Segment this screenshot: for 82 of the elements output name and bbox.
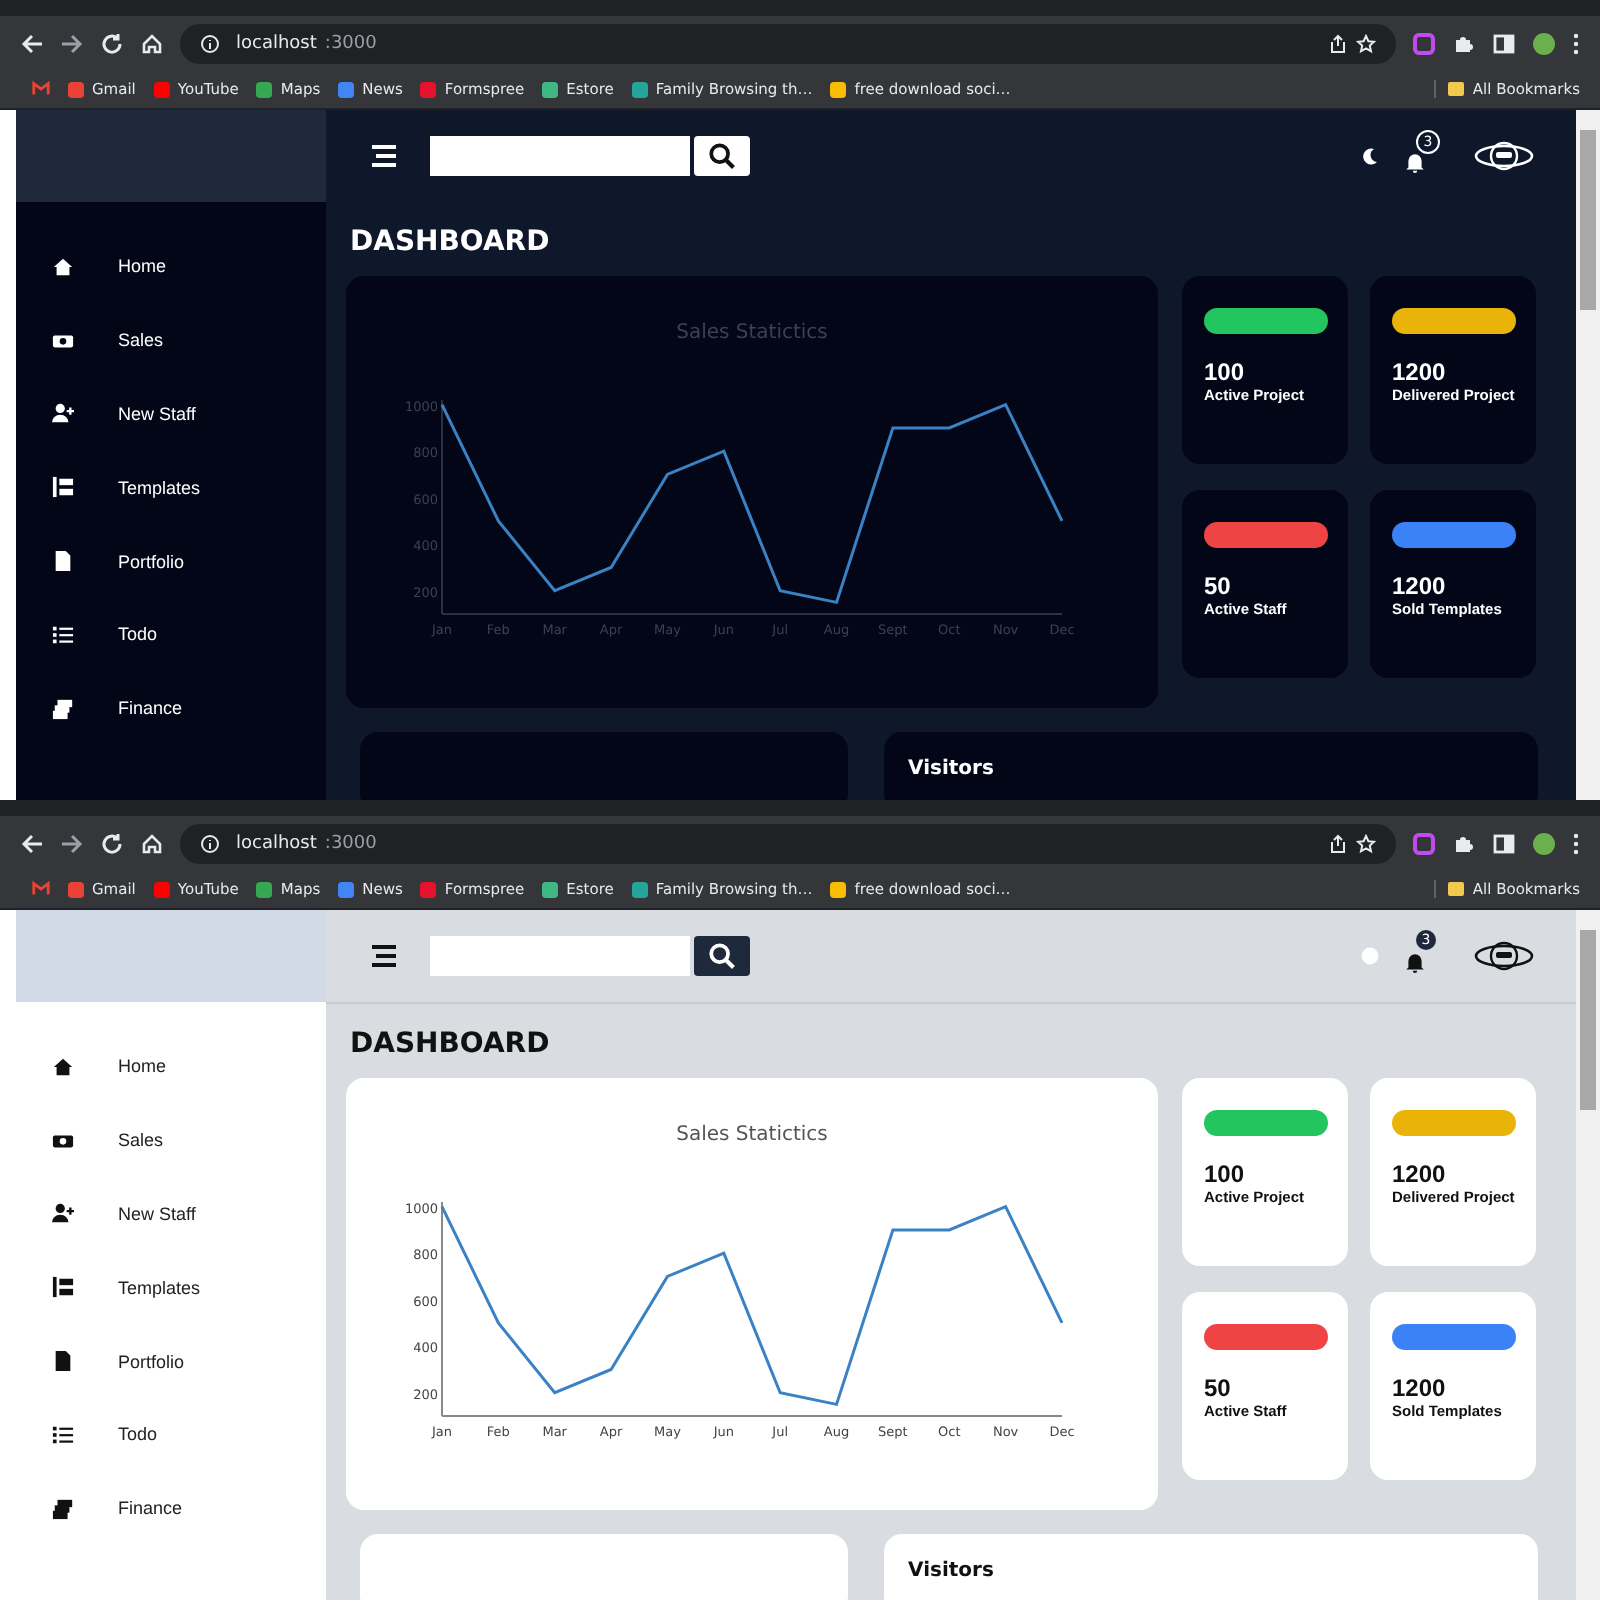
home-icon[interactable] [140, 831, 164, 855]
stat-value: 1200 [1392, 1160, 1448, 1188]
scrollbar[interactable] [1576, 910, 1600, 1600]
sidebar-item[interactable]: Finance [16, 671, 326, 746]
bell-icon[interactable] [1404, 952, 1426, 974]
home-icon[interactable] [140, 31, 164, 55]
sidebar-item[interactable]: Sales [16, 1103, 326, 1178]
profile-avatar-icon[interactable] [1532, 831, 1556, 855]
chart-title: Sales Statictics [676, 1124, 828, 1146]
forward-arrow-icon[interactable] [60, 31, 84, 55]
file-icon [52, 550, 74, 573]
reload-icon[interactable] [100, 831, 124, 855]
sidebar-item[interactable]: Home [16, 230, 326, 304]
add-user-icon [52, 402, 74, 425]
card-title: Visitors [908, 1560, 994, 1584]
search-field[interactable] [430, 136, 690, 176]
home-icon [52, 1055, 74, 1078]
forward-arrow-icon[interactable] [60, 831, 84, 855]
address-bar[interactable]: localhost :3000 [180, 823, 1396, 863]
menu-icon[interactable] [370, 944, 398, 968]
stat-value: 1200 [1392, 358, 1448, 386]
more-icon[interactable] [1572, 31, 1580, 55]
stat-value: 100 [1204, 358, 1247, 386]
page-title: DASHBOARD [350, 226, 552, 258]
info-icon [200, 833, 220, 853]
logo-icon[interactable] [1472, 136, 1536, 176]
star-icon[interactable] [1356, 33, 1376, 53]
scrollbar[interactable] [1576, 110, 1600, 800]
search-button[interactable] [694, 136, 750, 176]
sidebar-item[interactable]: Portfolio [16, 1324, 326, 1398]
moon-icon[interactable] [1360, 146, 1380, 166]
chart-title: Sales Statictics [676, 322, 828, 344]
back-arrow-icon[interactable] [20, 31, 44, 55]
more-icon[interactable] [1572, 831, 1580, 855]
money-stack-icon [52, 1497, 74, 1520]
puzzle-icon[interactable] [1452, 831, 1476, 855]
bell-icon[interactable] [1404, 152, 1426, 174]
sidebar-item[interactable]: Templates [16, 450, 326, 525]
stat-value: 1200 [1392, 572, 1448, 600]
stat-value: 50 [1204, 1374, 1233, 1402]
search-icon [708, 942, 736, 970]
folder-tree-icon [52, 476, 74, 499]
search-button[interactable] [694, 936, 750, 976]
puzzle-icon[interactable] [1452, 31, 1476, 55]
list-icon [52, 1423, 74, 1446]
mail-icon[interactable] [32, 80, 50, 98]
search-field[interactable] [430, 936, 690, 976]
sidebar-item[interactable]: New Staff [16, 1177, 326, 1251]
sidebar-item[interactable]: Finance [16, 1471, 326, 1546]
star-icon[interactable] [1356, 833, 1376, 853]
sidebar-item[interactable]: Todo [16, 597, 326, 672]
share-icon[interactable] [1328, 33, 1348, 53]
profile-avatar-icon[interactable] [1532, 31, 1556, 55]
folder-tree-icon [52, 1276, 74, 1299]
stat-value: 100 [1204, 1160, 1247, 1188]
info-icon [200, 33, 220, 53]
sidebar-item[interactable]: Sales [16, 303, 326, 378]
extension-icon[interactable] [1412, 831, 1436, 855]
add-user-icon [52, 1202, 74, 1225]
sidebar-item[interactable]: New Staff [16, 377, 326, 451]
logo-icon[interactable] [1472, 936, 1536, 976]
stat-value: 50 [1204, 572, 1233, 600]
back-arrow-icon[interactable] [20, 831, 44, 855]
address-bar[interactable]: localhost :3000 [180, 23, 1396, 63]
stat-value: 1200 [1392, 1374, 1448, 1402]
share-icon[interactable] [1328, 833, 1348, 853]
side-panel-icon[interactable] [1492, 31, 1516, 55]
extension-icon[interactable] [1412, 31, 1436, 55]
side-panel-icon[interactable] [1492, 831, 1516, 855]
reload-icon[interactable] [100, 31, 124, 55]
sidebar-item[interactable]: Todo [16, 1397, 326, 1472]
sidebar-item[interactable]: Portfolio [16, 524, 326, 598]
mail-icon[interactable] [32, 880, 50, 898]
page-title: DASHBOARD [350, 1028, 552, 1060]
card-title: Visitors [908, 758, 994, 782]
list-icon [52, 623, 74, 646]
sidebar-item[interactable]: Home [16, 1030, 326, 1104]
money-stack-icon [52, 697, 74, 720]
sidebar-item[interactable]: Templates [16, 1250, 326, 1325]
file-icon [52, 1350, 74, 1373]
home-icon [52, 255, 74, 278]
search-icon [708, 142, 736, 170]
